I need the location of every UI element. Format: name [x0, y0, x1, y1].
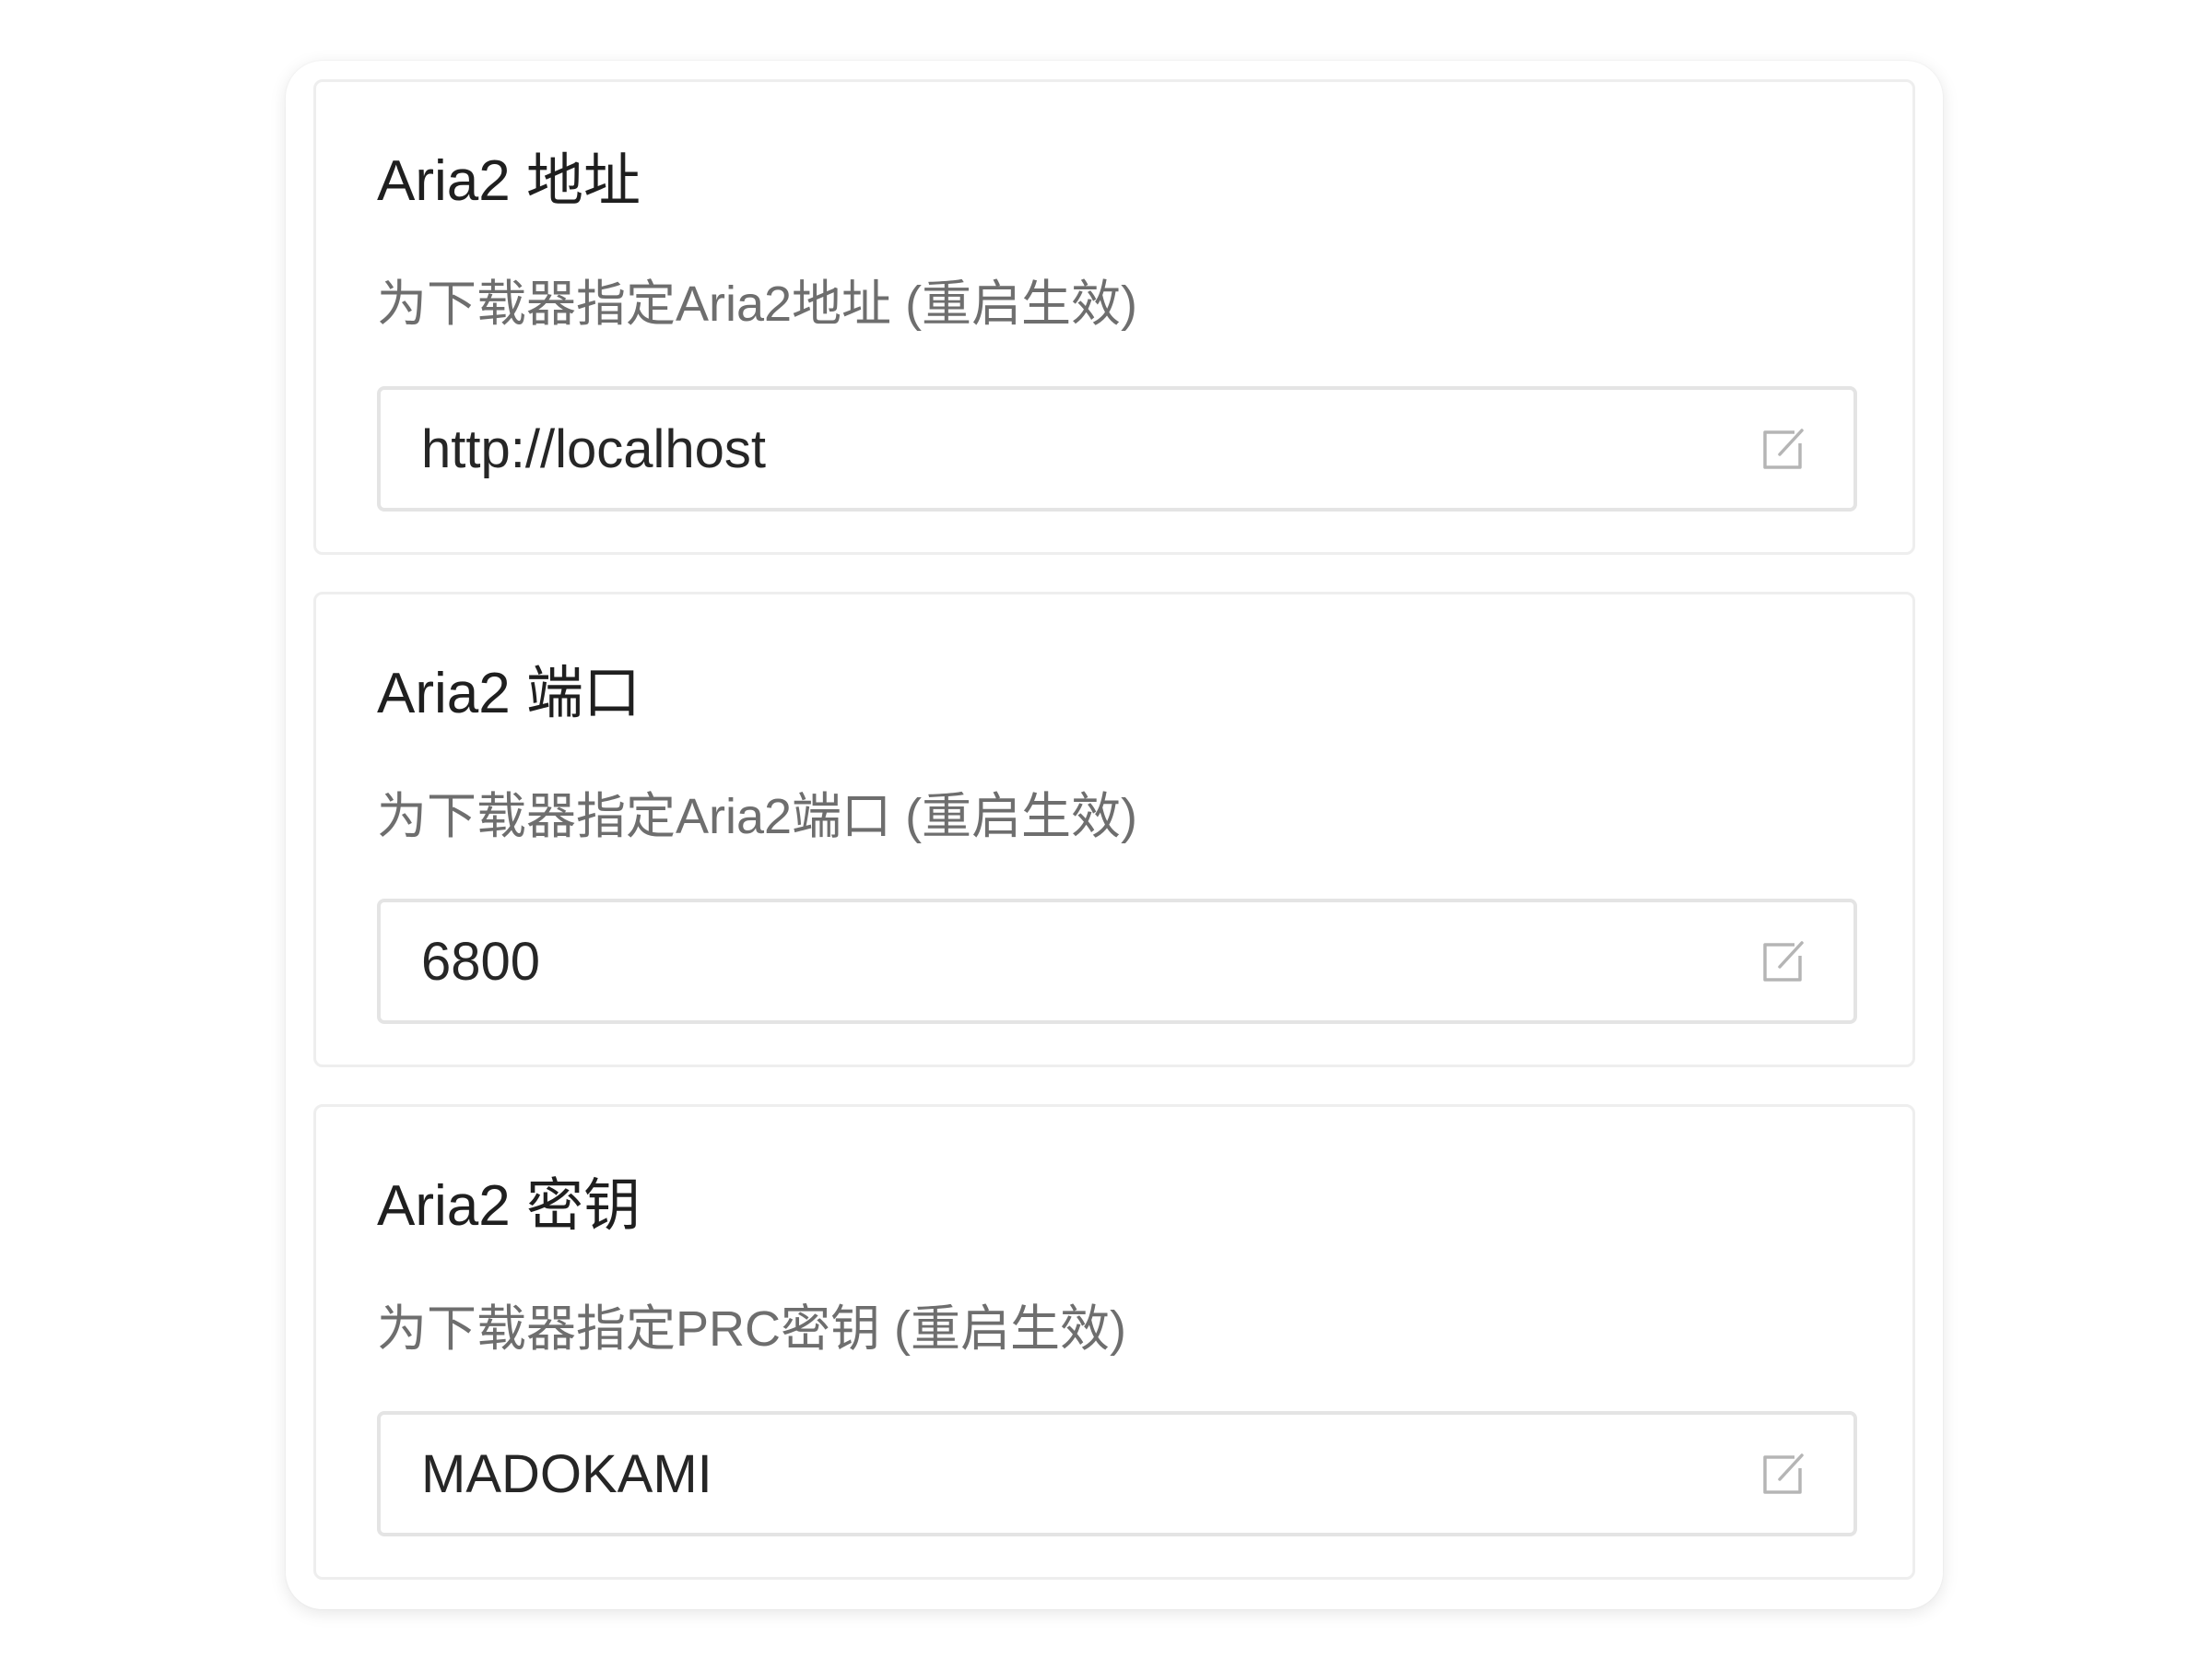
aria2-secret-field[interactable]: [377, 1411, 1857, 1536]
edit-icon[interactable]: [1758, 423, 1809, 475]
aria2-secret-input[interactable]: [421, 1415, 1730, 1533]
setting-description: 为下载器指定Aria2地址 (重启生效): [377, 276, 1138, 332]
setting-card-aria2-secret: Aria2 密钥 为下载器指定PRC密钥 (重启生效): [313, 1104, 1915, 1580]
setting-card-aria2-port: Aria2 端口 为下载器指定Aria2端口 (重启生效): [313, 592, 1915, 1067]
aria2-address-input[interactable]: [421, 390, 1730, 508]
settings-panel: Aria2 地址 为下载器指定Aria2地址 (重启生效) Aria2 端口 为…: [286, 61, 1943, 1609]
setting-title: Aria2 端口: [377, 662, 641, 725]
edit-icon[interactable]: [1758, 935, 1809, 987]
aria2-port-input[interactable]: [421, 902, 1730, 1020]
aria2-address-field[interactable]: [377, 386, 1857, 512]
setting-description: 为下载器指定PRC密钥 (重启生效): [377, 1301, 1126, 1357]
setting-description: 为下载器指定Aria2端口 (重启生效): [377, 789, 1138, 844]
setting-title: Aria2 地址: [377, 149, 641, 213]
setting-title: Aria2 密钥: [377, 1174, 641, 1238]
setting-card-aria2-address: Aria2 地址 为下载器指定Aria2地址 (重启生效): [313, 79, 1915, 555]
edit-icon[interactable]: [1758, 1448, 1809, 1500]
aria2-port-field[interactable]: [377, 899, 1857, 1024]
